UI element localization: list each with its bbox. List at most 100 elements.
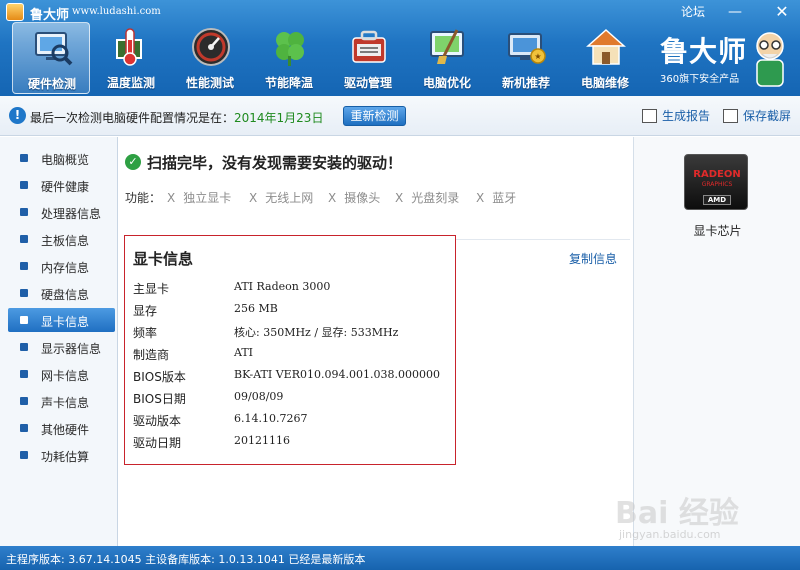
nav-driver-management[interactable]: 驱动管理 — [329, 22, 407, 94]
main-content: ✓ 扫描完毕，没有发现需要安装的驱动！ 功能： X 独立显卡 X 无线上网 X 摄像头… — [119, 137, 632, 546]
sidebar-item-label: 显示器信息 — [41, 342, 102, 356]
gpu-key: 频率 — [133, 326, 158, 340]
gpu-value: 6.14.10.7267 — [234, 412, 308, 425]
logo-text-amd: AMD — [703, 195, 731, 205]
gpu-key: 驱动版本 — [133, 414, 182, 428]
sidebar-item-label: 显卡信息 — [41, 315, 90, 329]
feature-camera: X 摄像头 — [328, 189, 380, 206]
forum-link[interactable]: 论坛 — [681, 3, 705, 20]
nav-label: 电脑优化 — [422, 76, 471, 90]
nav-label: 电脑维修 — [580, 76, 629, 90]
clover-icon — [276, 32, 304, 66]
gpu-row-frequency: 频率 核心: 350MHz / 显存: 533MHz — [133, 322, 453, 344]
copy-info-link[interactable]: 复制信息 — [569, 250, 617, 267]
nav-label: 硬件检测 — [27, 77, 76, 91]
features-label: 功能： — [125, 191, 162, 205]
nav-energy-saving[interactable]: 节能降温 — [250, 22, 328, 94]
gpu-row-driver-version: 驱动版本 6.14.10.7267 — [133, 410, 453, 432]
title-bar: 鲁大师 www.ludashi.com 论坛 — ✕ — [0, 0, 800, 24]
nav-hardware-detect[interactable]: 硬件检测 — [12, 22, 90, 94]
sidebar-item-label: 硬盘信息 — [41, 288, 90, 302]
cross-icon: X — [249, 191, 258, 205]
save-screenshot-button[interactable]: 保存截屏 — [723, 106, 798, 126]
gpu-row-manufacturer: 制造商 ATI — [133, 344, 453, 366]
sidebar-item-overview[interactable]: 电脑概览 — [8, 146, 115, 170]
sidebar: 电脑概览 硬件健康 处理器信息 主板信息 内存信息 硬盘信息 显卡信息 显示器信… — [0, 137, 118, 546]
house-icon — [586, 28, 626, 65]
bullet-icon — [20, 451, 28, 459]
monitor-badge-icon: ★ — [508, 33, 546, 64]
gpu-value: 核心: 350MHz / 显存: 533MHz — [234, 326, 399, 339]
gpu-value: ATI Radeon 3000 — [234, 280, 331, 293]
bullet-icon — [20, 235, 28, 243]
thermometer-icon — [116, 28, 142, 66]
speedometer-icon — [192, 28, 230, 66]
nav-new-machine[interactable]: ★ 新机推荐 — [487, 22, 565, 94]
feature-wireless: X 无线上网 — [249, 189, 313, 206]
nav-label: 温度监测 — [106, 76, 155, 90]
watermark: Bai 经验 jingyan.baidu.com — [615, 480, 800, 546]
cross-icon: X — [328, 191, 337, 205]
sidebar-item-gpu[interactable]: 显卡信息 — [8, 308, 115, 332]
sidebar-item-label: 电脑概览 — [41, 153, 90, 167]
computer-magnifier-icon — [35, 32, 73, 66]
nav-label: 节能降温 — [264, 76, 313, 90]
camera-icon — [723, 109, 738, 123]
sidebar-item-network[interactable]: 网卡信息 — [8, 362, 115, 386]
nav-performance[interactable]: 性能测试 — [171, 22, 249, 94]
bullet-icon — [20, 154, 28, 162]
generate-report-label: 生成报告 — [662, 109, 711, 123]
minimize-icon[interactable]: — — [725, 2, 745, 22]
sidebar-item-label: 声卡信息 — [41, 396, 90, 410]
info-icon: ! — [9, 107, 26, 124]
nav-optimization[interactable]: 电脑优化 — [408, 22, 486, 94]
bullet-icon — [20, 370, 28, 378]
close-icon[interactable]: ✕ — [772, 2, 792, 22]
sidebar-item-health[interactable]: 硬件健康 — [8, 173, 115, 197]
recheck-button[interactable]: 重新检测 — [343, 106, 406, 126]
sidebar-item-display[interactable]: 显示器信息 — [8, 335, 115, 359]
sidebar-item-power[interactable]: 功耗估算 — [8, 443, 115, 467]
sidebar-item-other[interactable]: 其他硬件 — [8, 416, 115, 440]
bullet-icon — [20, 208, 28, 216]
feature-label: 无线上网 — [265, 191, 314, 205]
feature-label: 光盘刻录 — [411, 191, 460, 205]
bullet-icon — [20, 181, 28, 189]
sidebar-item-sound[interactable]: 声卡信息 — [8, 389, 115, 413]
gpu-chip-label: 显卡芯片 — [693, 224, 742, 238]
gpu-row-driver-date: 驱动日期 20121116 — [133, 432, 453, 454]
bullet-icon — [20, 424, 28, 432]
sidebar-item-label: 功耗估算 — [41, 450, 90, 464]
feature-discrete-gpu: X 独立显卡 — [167, 189, 231, 206]
scan-result-title: 扫描完毕，没有发现需要安装的驱动！ — [147, 154, 403, 172]
gpu-value: 256 MB — [234, 302, 278, 315]
status-bar: 主程序版本: 3.67.14.1045 主设备库版本: 1.0.13.1041 … — [0, 546, 800, 570]
sidebar-item-memory[interactable]: 内存信息 — [8, 254, 115, 278]
printer-icon — [642, 109, 657, 123]
nav-repair[interactable]: 电脑维修 — [566, 22, 644, 94]
gpu-value: 20121116 — [234, 434, 290, 447]
sidebar-item-cpu[interactable]: 处理器信息 — [8, 200, 115, 224]
sidebar-item-disk[interactable]: 硬盘信息 — [8, 281, 115, 305]
nav-temperature[interactable]: 温度监测 — [92, 22, 170, 94]
gpu-info-panel: 显卡信息 主显卡 ATI Radeon 3000 显存 256 MB 频率 核心: 3… — [124, 235, 456, 465]
save-screenshot-label: 保存截屏 — [743, 109, 792, 123]
nav-label: 驱动管理 — [343, 76, 392, 90]
generate-report-button[interactable]: 生成报告 — [642, 106, 717, 126]
feature-label: 蓝牙 — [492, 191, 517, 205]
sidebar-item-motherboard[interactable]: 主板信息 — [8, 227, 115, 251]
sidebar-item-label: 硬件健康 — [41, 180, 90, 194]
gpu-key: BIOS日期 — [133, 392, 186, 406]
bullet-icon — [20, 289, 28, 297]
bullet-icon — [20, 262, 28, 270]
gpu-key: 主显卡 — [133, 282, 170, 296]
bullet-icon — [20, 397, 28, 405]
gpu-value: ATI — [234, 346, 254, 359]
sidebar-item-label: 处理器信息 — [41, 207, 102, 221]
cross-icon: X — [167, 191, 176, 205]
brand-area: 鲁大师 360旗下安全产品 — [656, 28, 796, 92]
gpu-key: 显存 — [133, 304, 158, 318]
last-check-date: 2014年1月23日 — [234, 111, 324, 125]
feature-bluetooth: X 蓝牙 — [476, 189, 516, 206]
cross-icon: X — [395, 191, 404, 205]
